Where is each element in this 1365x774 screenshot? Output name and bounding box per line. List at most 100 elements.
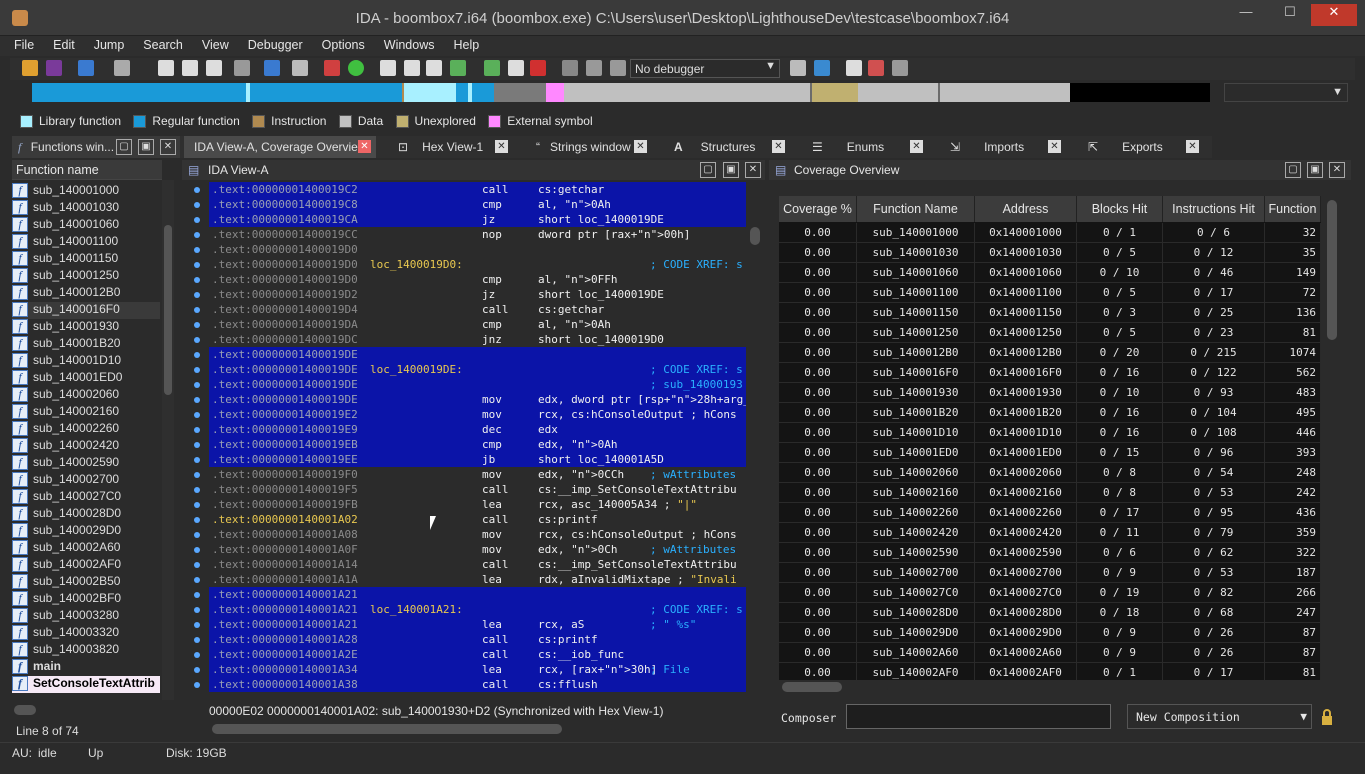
scrollbar-thumb[interactable] bbox=[750, 227, 760, 245]
play-icon[interactable] bbox=[562, 60, 578, 76]
function-list-item[interactable]: f sub_140001150 bbox=[12, 251, 160, 268]
composition-select[interactable]: New Composition ▼ bbox=[1127, 704, 1312, 729]
table-row[interactable]: 0.00 sub_1400027C0 0x1400027C0 0 / 19 0 / 82… bbox=[779, 583, 1321, 603]
table-row[interactable]: 0.00 sub_140002590 0x140002590 0 / 60 / 62 3… bbox=[779, 543, 1321, 563]
disassembly-line[interactable]: .text:00000001400019FB lea rcx, asc_140005… bbox=[209, 497, 746, 512]
open-icon[interactable] bbox=[22, 60, 38, 76]
disassembly-line[interactable]: .text:0000000140001A21 lea rcx, aS ; " %s" bbox=[209, 617, 746, 632]
tab-structures[interactable]: A Structures ✕ bbox=[672, 136, 792, 158]
function-list-item[interactable]: f sub_140001000 bbox=[12, 183, 160, 200]
tools-icon[interactable] bbox=[292, 60, 308, 76]
table-row[interactable]: 0.00 sub_1400016F0 0x1400016F0 0 / 16 0 / 12… bbox=[779, 363, 1321, 383]
column-header[interactable]: Function bbox=[1265, 196, 1321, 222]
function-list-item[interactable]: f sub_140003320 bbox=[12, 625, 160, 642]
arrow-icon[interactable] bbox=[264, 60, 280, 76]
close-tab-icon[interactable]: ✕ bbox=[772, 140, 785, 153]
table-row[interactable]: 0.00 sub_140001100 0x140001100 0 / 50 / 17 7… bbox=[779, 283, 1321, 303]
tab-functions-window[interactable]: f Functions win... ▢ ▣ ✕ bbox=[12, 136, 180, 158]
table-row[interactable]: 0.00 sub_1400028D0 0x1400028D0 0 / 18 0 / 68… bbox=[779, 603, 1321, 623]
coverage-hscrollbar[interactable] bbox=[779, 680, 1321, 694]
disassembly-line[interactable]: .text:0000000140001A08 mov rcx, cs:hConsol… bbox=[209, 527, 746, 542]
function-list-item[interactable]: f sub_140001D10 bbox=[12, 353, 160, 370]
forward-icon[interactable] bbox=[114, 60, 130, 76]
run-icon[interactable] bbox=[348, 60, 364, 76]
table-row[interactable]: 0.00 sub_140002700 0x140002700 0 / 90 / 53 1… bbox=[779, 563, 1321, 583]
edit-icon[interactable] bbox=[508, 60, 524, 76]
dock-button[interactable]: ▢ bbox=[1285, 162, 1301, 178]
menu-view[interactable]: View bbox=[197, 36, 234, 54]
disassembly-line[interactable]: .text:0000000140001A1A lea rdx, aInvalidMi… bbox=[209, 572, 746, 587]
functions-hscroll-thumb[interactable] bbox=[14, 705, 36, 715]
column-header[interactable]: Function Name bbox=[857, 196, 975, 222]
disabled-icon[interactable] bbox=[892, 60, 908, 76]
close-tab-icon[interactable]: ✕ bbox=[1048, 140, 1061, 153]
tab-strings-window[interactable]: “Strings window ✕ bbox=[532, 136, 662, 158]
disassembly-line[interactable]: .text:00000001400019CC nop dword ptr [rax+… bbox=[209, 227, 746, 242]
ida-view-hscroll-thumb[interactable] bbox=[212, 724, 562, 734]
table-row[interactable]: 0.00 sub_140001D10 0x140001D10 0 / 16 0 / 10… bbox=[779, 423, 1321, 443]
close-tab-icon[interactable]: ✕ bbox=[910, 140, 923, 153]
grid-icon[interactable] bbox=[846, 60, 862, 76]
menu-help[interactable]: Help bbox=[448, 36, 484, 54]
table-row[interactable]: 0.00 sub_140001B20 0x140001B20 0 / 16 0 / 10… bbox=[779, 403, 1321, 423]
disassembly-line[interactable]: .text:00000001400019DE loc_1400019DE: ; CO… bbox=[209, 362, 746, 377]
disassembly-line[interactable]: .text:00000001400019C8 cmp al, "n">0Ah bbox=[209, 197, 746, 212]
save-icon[interactable] bbox=[46, 60, 62, 76]
function-list-item[interactable]: f sub_1400012B0 bbox=[12, 285, 160, 302]
function-list-item[interactable]: f sub_1400027C0 bbox=[12, 489, 160, 506]
disassembly-line[interactable]: .text:00000001400019D4 call cs:getchar bbox=[209, 302, 746, 317]
tab-exports[interactable]: ⇱ Exports ✕ bbox=[1086, 136, 1206, 158]
disassembly-line[interactable]: .text:00000001400019DE ; sub_14000193 bbox=[209, 377, 746, 392]
list-icon[interactable] bbox=[158, 60, 174, 76]
gear-icon[interactable] bbox=[234, 60, 250, 76]
float-button[interactable]: ▣ bbox=[723, 162, 739, 178]
function-list-item[interactable]: f SetConsoleTextAttrib bbox=[12, 676, 160, 693]
close-panel-button[interactable]: ✕ bbox=[160, 139, 176, 155]
disassembly-line[interactable]: .text:00000001400019DC jnz short loc_14000… bbox=[209, 332, 746, 347]
menu-file[interactable]: File bbox=[9, 36, 39, 54]
disassembly-line[interactable]: .text:00000001400019D0 loc_1400019D0: ; CO… bbox=[209, 257, 746, 272]
disassembly-line[interactable]: .text:00000001400019F0 mov edx, "n">0CCh ; … bbox=[209, 467, 746, 482]
function-list-item[interactable]: f sub_1400028D0 bbox=[12, 506, 160, 523]
coverage-scrollbar[interactable] bbox=[1324, 196, 1340, 680]
disassembly-line[interactable]: .text:00000001400019CA jz short loc_140001… bbox=[209, 212, 746, 227]
float-button[interactable]: ▣ bbox=[138, 139, 154, 155]
column-header[interactable]: Blocks Hit bbox=[1077, 196, 1163, 222]
breakpoint-icon[interactable] bbox=[868, 60, 884, 76]
function-list-item[interactable]: f sub_140002700 bbox=[12, 472, 160, 489]
table-row[interactable]: 0.00 sub_1400012B0 0x1400012B0 0 / 20 0 / 21… bbox=[779, 343, 1321, 363]
column-header[interactable]: Coverage % bbox=[779, 196, 857, 222]
dock-button[interactable]: ▢ bbox=[700, 162, 716, 178]
menu-edit[interactable]: Edit bbox=[48, 36, 80, 54]
functions-column-header[interactable]: Function name bbox=[12, 160, 162, 180]
column-header[interactable]: Instructions Hit bbox=[1163, 196, 1265, 222]
table-row[interactable]: 0.00 sub_140001930 0x140001930 0 / 10 0 / 93… bbox=[779, 383, 1321, 403]
function-list-item[interactable]: f sub_140002060 bbox=[12, 387, 160, 404]
tab-ida-view-coverage[interactable]: IDA View-A, Coverage Overview ✕ bbox=[184, 136, 376, 158]
function-list-item[interactable]: f sub_140002B50 bbox=[12, 574, 160, 591]
menu-search[interactable]: Search bbox=[138, 36, 188, 54]
refresh-icon[interactable] bbox=[814, 60, 830, 76]
attach-icon[interactable] bbox=[790, 60, 806, 76]
function-list-item[interactable]: f sub_140003820 bbox=[12, 642, 160, 659]
scrollbar-thumb[interactable] bbox=[782, 682, 842, 692]
disassembly-line[interactable]: .text:00000001400019D2 jz short loc_140001… bbox=[209, 287, 746, 302]
list-icon-3[interactable] bbox=[206, 60, 222, 76]
close-panel-button[interactable]: ✕ bbox=[745, 162, 761, 178]
scrollbar-thumb[interactable] bbox=[164, 225, 172, 395]
tab-hex-view[interactable]: ⊡ Hex View-1 ✕ bbox=[394, 136, 522, 158]
pause-icon[interactable] bbox=[586, 60, 602, 76]
delete-icon[interactable] bbox=[530, 60, 546, 76]
disassembly-line[interactable]: .text:00000001400019DA cmp al, "n">0Ah bbox=[209, 317, 746, 332]
table-row[interactable]: 0.00 sub_140002A60 0x140002A60 0 / 90 / 26 8… bbox=[779, 643, 1321, 663]
table-row[interactable]: 0.00 sub_140002060 0x140002060 0 / 80 / 54 2… bbox=[779, 463, 1321, 483]
navband-select[interactable]: ▼ bbox=[1224, 83, 1348, 102]
string-icon[interactable] bbox=[426, 60, 442, 76]
scrollbar-thumb[interactable] bbox=[1327, 200, 1337, 340]
disassembly-line[interactable]: .text:00000001400019E2 mov rcx, cs:hConsol… bbox=[209, 407, 746, 422]
disassembly-line[interactable]: .text:0000000140001A21 bbox=[209, 587, 746, 602]
disassembly-line[interactable]: .text:0000000140001A34 lea rcx, [rax+"n">3… bbox=[209, 662, 746, 677]
disassembly-line[interactable]: .text:00000001400019DE bbox=[209, 347, 746, 362]
disassembly-line[interactable]: .text:00000001400019EB cmp edx, "n">0Ah bbox=[209, 437, 746, 452]
close-button[interactable]: ✕ bbox=[1311, 4, 1357, 26]
